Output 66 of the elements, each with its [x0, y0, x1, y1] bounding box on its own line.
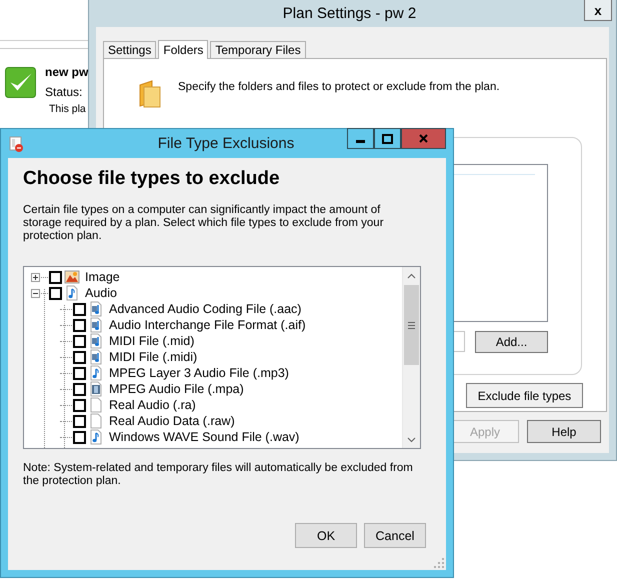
- tree-item-label[interactable]: MPEG Layer 3 Audio File (.mp3): [109, 366, 289, 380]
- checkbox[interactable]: [73, 350, 86, 364]
- tree-item-label[interactable]: Audio Interchange File Format (.aif): [109, 318, 306, 332]
- tree-item-label[interactable]: Windows WAVE Sound File (.wav): [109, 430, 300, 444]
- checkbox[interactable]: [73, 366, 86, 380]
- checkbox[interactable]: [73, 318, 86, 332]
- collapse-icon[interactable]: [31, 288, 40, 298]
- tree-item-label[interactable]: Real Audio Data (.raw): [109, 414, 235, 428]
- folder-icon: [138, 79, 162, 109]
- scroll-up-icon[interactable]: [407, 272, 416, 278]
- minimize-button[interactable]: [347, 128, 374, 149]
- blank-file-icon: [88, 413, 104, 429]
- dialog-button[interactable]: OK: [295, 523, 357, 548]
- resize-grip-icon[interactable]: [434, 558, 444, 568]
- dialog-description: Certain file types on a computer can significantly impact the amount of storage required by a plan. Select which file types to exclude from your protection plan.: [23, 204, 385, 243]
- plan-description: This pla: [49, 103, 86, 115]
- media-file-icon: [88, 333, 104, 349]
- tab[interactable]: Temporary Files: [210, 41, 306, 58]
- checkbox[interactable]: [49, 286, 62, 300]
- tree-item-label[interactable]: MPEG Audio File (.mpa): [109, 382, 244, 396]
- app-icon: [9, 136, 24, 153]
- checkmark-icon: [5, 67, 36, 98]
- window-title: Plan Settings - pw 2: [282, 5, 416, 22]
- tab[interactable]: Folders: [158, 40, 208, 59]
- media-file-icon: [88, 301, 104, 317]
- scroll-down-icon[interactable]: [407, 436, 416, 442]
- close-button[interactable]: x: [584, 0, 612, 21]
- scrollbar[interactable]: [402, 267, 420, 448]
- checkbox[interactable]: [73, 398, 86, 412]
- scroll-grip-icon[interactable]: [408, 322, 415, 328]
- dialog-heading: Choose file types to exclude: [23, 168, 281, 191]
- footer-button[interactable]: Help: [527, 420, 601, 443]
- blank-file-icon: [88, 397, 104, 413]
- dialog-title: File Type Exclusions: [158, 135, 294, 152]
- tree-item-label[interactable]: Image: [85, 270, 120, 284]
- checkbox[interactable]: [73, 430, 86, 444]
- maximize-icon: [382, 134, 393, 144]
- plan-name: new pw: [45, 65, 88, 79]
- close-button[interactable]: [401, 128, 446, 149]
- tree-item-label[interactable]: MIDI File (.mid): [109, 334, 194, 348]
- status-label: Status:: [45, 85, 82, 99]
- checkbox[interactable]: [73, 334, 86, 348]
- expand-icon[interactable]: [31, 272, 40, 282]
- tree-item-label[interactable]: MIDI File (.midi): [109, 350, 198, 364]
- checkbox[interactable]: [73, 414, 86, 428]
- note-text: Note: System-related and temporary files will automatically be excluded from the protection plan.: [23, 462, 414, 488]
- tree-item-label[interactable]: Real Audio (.ra): [109, 398, 196, 412]
- checkbox[interactable]: [49, 270, 62, 284]
- maximize-button[interactable]: [374, 128, 401, 149]
- tree-item-label[interactable]: Advanced Audio Coding File (.aac): [109, 302, 302, 316]
- picture-file-icon: [64, 269, 80, 285]
- close-icon: [419, 134, 428, 143]
- checkbox[interactable]: [73, 382, 86, 396]
- tree-item-label[interactable]: Audio: [85, 286, 117, 300]
- dialog-button[interactable]: Cancel: [364, 523, 426, 548]
- music-note-file-icon: [88, 429, 104, 445]
- music-note-file-icon: [64, 285, 80, 301]
- checkbox[interactable]: [73, 302, 86, 316]
- film-file-icon: [88, 381, 104, 397]
- media-file-icon: [88, 349, 104, 365]
- exclude-file-types-button[interactable]: Exclude file types: [466, 383, 583, 408]
- folders-description: Specify the folders and files to protect or exclude from the plan.: [178, 81, 500, 93]
- music-note-file-icon: [88, 365, 104, 381]
- tab[interactable]: Settings: [103, 41, 156, 58]
- add-button[interactable]: Add...: [475, 331, 548, 353]
- media-file-icon: [88, 317, 104, 333]
